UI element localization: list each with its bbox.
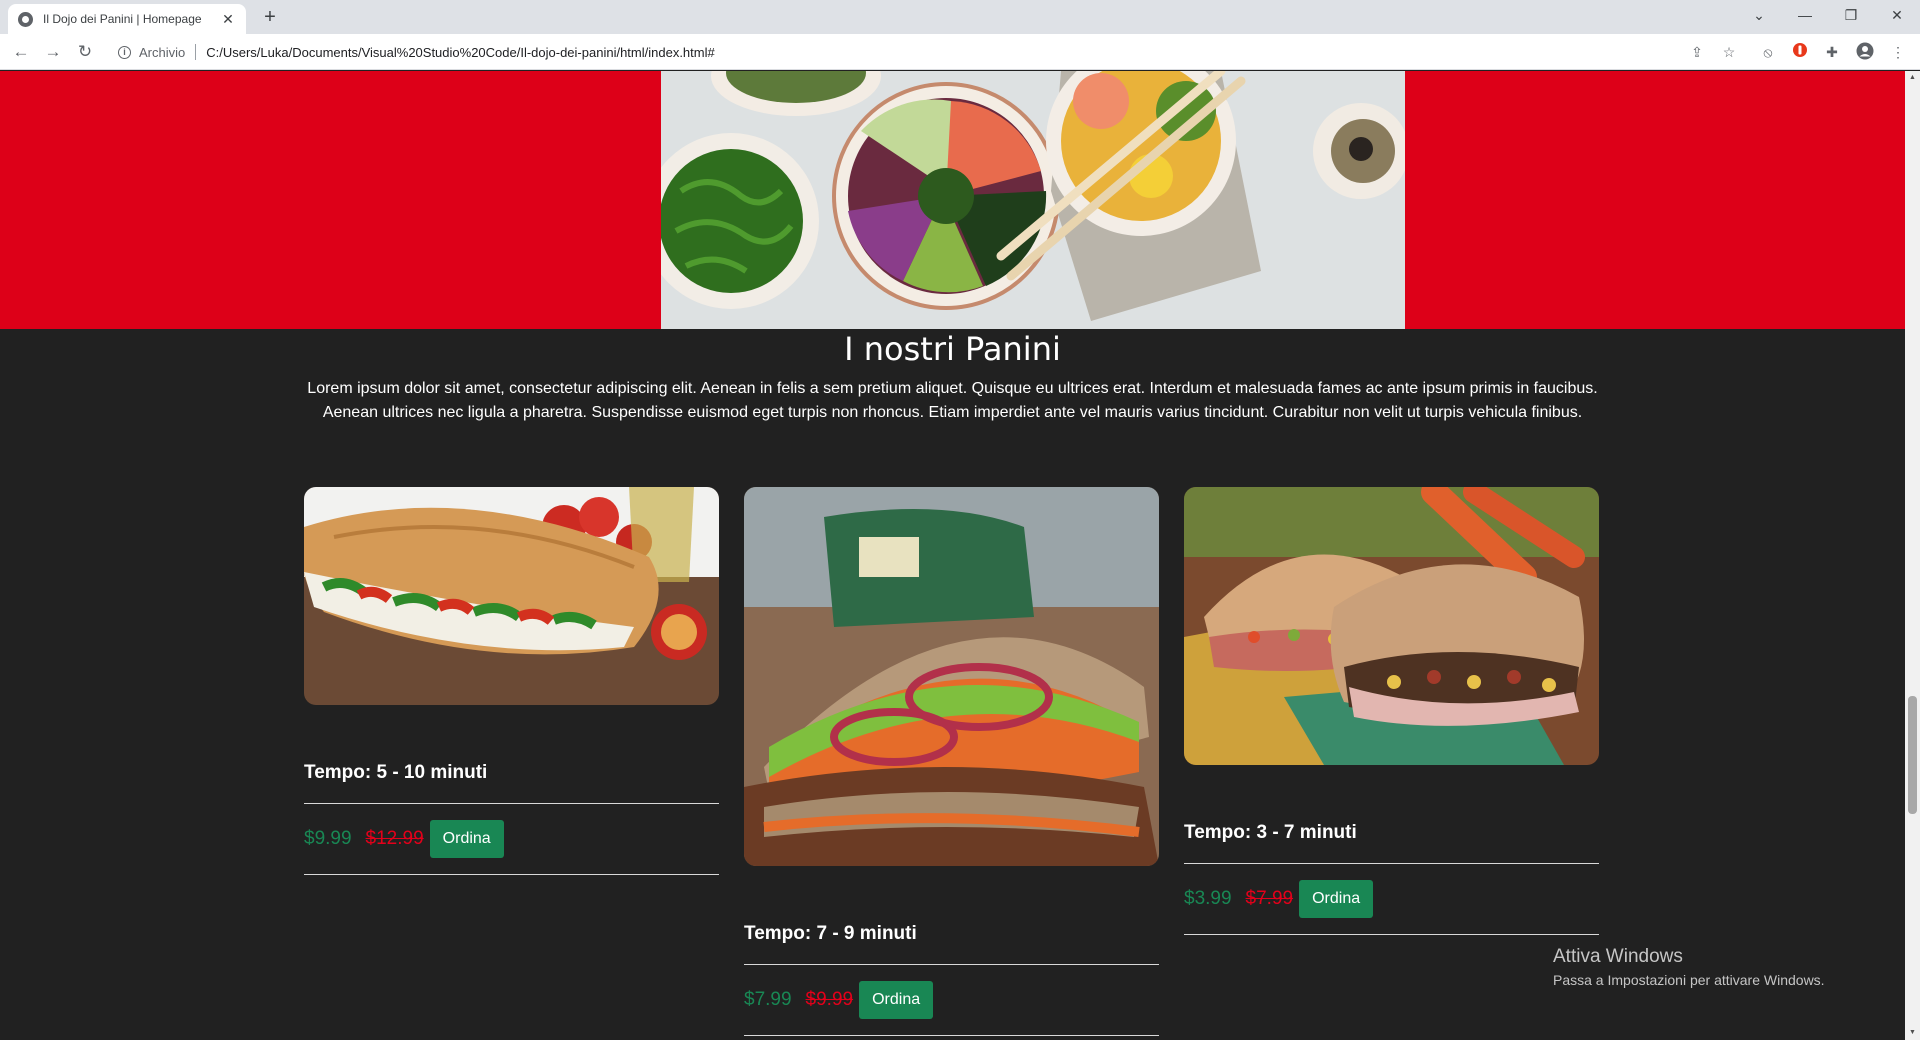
forward-icon[interactable]: → xyxy=(41,40,65,64)
close-window-icon[interactable]: ✕ xyxy=(1874,0,1920,30)
info-icon[interactable]: i xyxy=(118,45,131,59)
section-description: Lorem ipsum dolor sit amet, consectetur … xyxy=(307,380,1598,421)
scroll-up-icon[interactable]: ▲ xyxy=(1905,71,1920,85)
address-bar[interactable]: i Archivio C:/Users/Luka/Documents/Visua… xyxy=(110,38,1700,66)
price-old: $7.99 xyxy=(1245,888,1294,909)
share-icon[interactable]: ⇪ xyxy=(1687,42,1707,62)
address-scheme: Archivio xyxy=(139,44,186,60)
watermark-title: Attiva Windows xyxy=(1553,946,1683,967)
globe-icon xyxy=(18,11,33,27)
close-tab-icon[interactable]: ✕ xyxy=(220,11,236,28)
price-current: $9.99 xyxy=(304,828,352,849)
triangle-sandwich-image xyxy=(744,487,1159,866)
poke-bowls-image xyxy=(661,71,1405,329)
price-row: $7.99 $9.99 Ordina xyxy=(744,965,1159,1035)
puzzle-icon[interactable]: ✚ xyxy=(1822,42,1842,62)
restore-icon[interactable]: ❐ xyxy=(1828,0,1874,30)
menu-icon[interactable]: ⋮ xyxy=(1888,42,1908,62)
product-card: Tempo: 3 - 7 minuti $3.99 $7.99 Ordina xyxy=(1184,487,1599,935)
divider xyxy=(744,1035,1159,1036)
page-scrollbar[interactable]: ▲ ▼ xyxy=(1905,71,1920,1040)
watermark-subtitle: Passa a Impostazioni per attivare Window… xyxy=(1553,972,1825,988)
tab-search-icon[interactable]: ⌄ xyxy=(1736,0,1782,30)
product-card: Tempo: 5 - 10 minuti $9.99 $12.99 Ordina xyxy=(304,487,719,875)
hero-banner xyxy=(0,71,1905,329)
price-old: $12.99 xyxy=(365,828,424,849)
address-separator xyxy=(195,44,197,60)
price-row: $3.99 $7.99 Ordina xyxy=(1184,864,1599,934)
extension-red-icon[interactable] xyxy=(1790,42,1810,62)
new-tab-button[interactable]: + xyxy=(258,5,282,29)
page-viewport: I nostri Panini Lorem ipsum dolor sit am… xyxy=(0,71,1905,1040)
baguette-sandwich-image xyxy=(304,487,719,705)
tab-title: Il Dojo dei Panini | Homepage xyxy=(43,12,202,26)
order-button[interactable]: Ordina xyxy=(1299,880,1374,918)
order-button[interactable]: Ordina xyxy=(859,981,934,1019)
profile-icon[interactable] xyxy=(1855,42,1875,62)
scrollbar-thumb[interactable] xyxy=(1908,696,1917,814)
browser-tab[interactable]: Il Dojo dei Panini | Homepage ✕ xyxy=(8,4,246,34)
price-old: $9.99 xyxy=(805,989,854,1010)
divider xyxy=(304,874,719,875)
price-current: $7.99 xyxy=(744,989,792,1010)
windows-activation-watermark: Attiva Windows Passa a Impostazioni per … xyxy=(1553,946,1825,988)
divider xyxy=(1184,934,1599,935)
browser-toolbar: ← → ↻ i Archivio C:/Users/Luka/Documents… xyxy=(0,34,1920,70)
scroll-down-icon[interactable]: ▼ xyxy=(1905,1026,1920,1040)
minimize-icon[interactable]: — xyxy=(1782,0,1828,30)
price-row: $9.99 $12.99 Ordina xyxy=(304,804,719,874)
reload-icon[interactable]: ↻ xyxy=(73,40,97,64)
tab-strip: Il Dojo dei Panini | Homepage ✕ + ⌄ — ❐ … xyxy=(0,0,1920,34)
star-icon[interactable]: ☆ xyxy=(1719,42,1739,62)
prep-time: Tempo: 7 - 9 minuti xyxy=(744,923,917,944)
price-current: $3.99 xyxy=(1184,888,1232,909)
prep-time: Tempo: 3 - 7 minuti xyxy=(1184,822,1357,843)
prep-time: Tempo: 5 - 10 minuti xyxy=(304,762,488,783)
product-card: Tempo: 7 - 9 minuti $7.99 $9.99 Ordina xyxy=(744,487,1159,1036)
address-url[interactable]: C:/Users/Luka/Documents/Visual%20Studio%… xyxy=(206,45,714,60)
back-icon[interactable]: ← xyxy=(9,40,33,64)
order-button[interactable]: Ordina xyxy=(429,820,504,858)
burger-sandwich-image xyxy=(1184,487,1599,765)
section-title: I nostri Panini xyxy=(844,330,1061,368)
block-icon[interactable]: ⦸ xyxy=(1758,42,1778,62)
